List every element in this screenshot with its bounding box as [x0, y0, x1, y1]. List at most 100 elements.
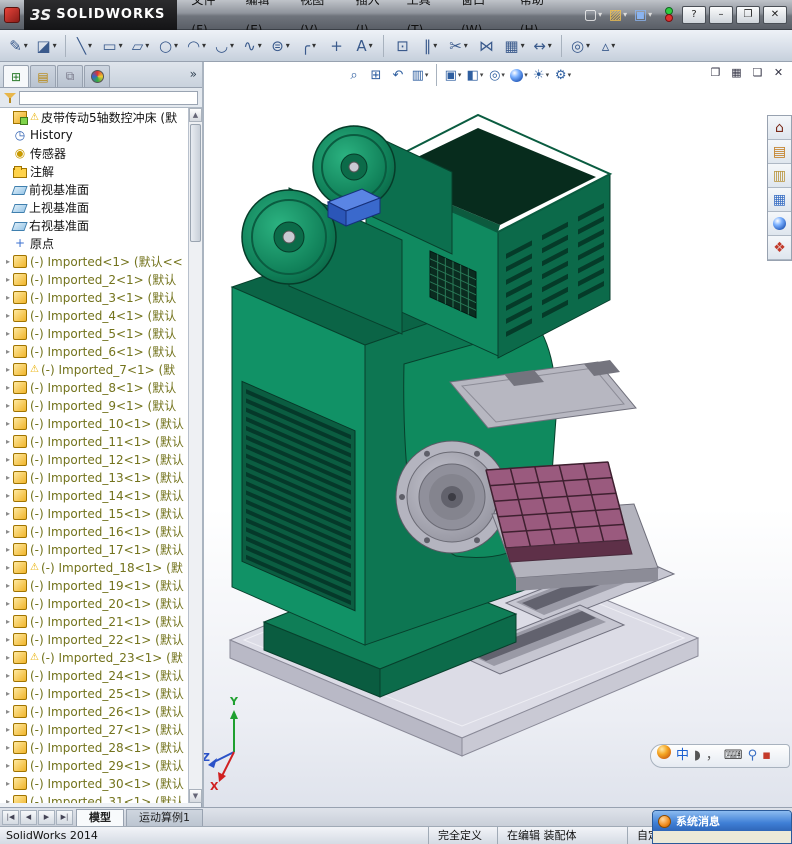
minimize-icon[interactable]: – — [709, 6, 733, 24]
tree-item[interactable]: ▸(-) Imported_16<1> (默认 — [0, 522, 188, 540]
system-message-popup[interactable]: 系统消息 — [652, 810, 792, 844]
three-point-arc-icon[interactable]: ◡▾ — [211, 33, 238, 59]
move-entities-icon[interactable]: ↔▾ — [529, 33, 556, 59]
doc-tab-0[interactable]: 模型 — [76, 809, 124, 826]
ime-mode-icon[interactable]: ◗ — [694, 745, 701, 767]
expand-arrow-icon[interactable]: ▸ — [3, 491, 13, 500]
tree-item[interactable]: ▸(-) Imported_12<1> (默认 — [0, 450, 188, 468]
tree-item[interactable]: ▸(-) Imported_28<1> (默认 — [0, 738, 188, 756]
expand-arrow-icon[interactable]: ▸ — [3, 365, 13, 374]
new-document-icon[interactable]: ▢▾ — [582, 4, 604, 26]
expand-arrow-icon[interactable]: ▸ — [3, 563, 13, 572]
zoom-fit-icon[interactable]: ⌕ — [344, 65, 364, 85]
tree-item[interactable]: ▸(-) Imported_19<1> (默认 — [0, 576, 188, 594]
expand-arrow-icon[interactable]: ▸ — [3, 653, 13, 662]
open-icon[interactable]: ▨▾ — [607, 4, 629, 26]
filter-input[interactable] — [19, 91, 198, 105]
expand-arrow-icon[interactable]: ▸ — [3, 599, 13, 608]
expand-arrow-icon[interactable]: ▸ — [3, 617, 13, 626]
ime-logo-icon[interactable] — [657, 745, 671, 767]
file-explorer-icon[interactable]: ▥ — [768, 164, 791, 188]
tree-item[interactable]: ▸(-) Imported_25<1> (默认 — [0, 684, 188, 702]
system-message-titlebar[interactable]: 系统消息 — [653, 811, 791, 831]
offset-entities-icon[interactable]: ∥▾ — [417, 33, 444, 59]
circle-icon[interactable]: ○▾ — [155, 33, 182, 59]
expand-arrow-icon[interactable]: ▸ — [3, 743, 13, 752]
apply-scene-icon[interactable]: ☀▾ — [531, 65, 551, 85]
tree-item[interactable]: ▸(-) Imported_30<1> (默认 — [0, 774, 188, 792]
panel-expand-button[interactable]: » — [190, 67, 197, 81]
tree-item[interactable]: ▸⚠(-) Imported_7<1> (默 — [0, 360, 188, 378]
tab-nav-3[interactable]: ▶| — [56, 810, 73, 825]
tree-item[interactable]: ▸(-) Imported_2<1> (默认 — [0, 270, 188, 288]
doc-tab-1[interactable]: 运动算例1 — [126, 809, 203, 826]
expand-arrow-icon[interactable]: ▸ — [3, 509, 13, 518]
tree-item[interactable]: ▸(-) Imported_11<1> (默认 — [0, 432, 188, 450]
maximize-icon[interactable]: ❐ — [736, 6, 760, 24]
fillet-icon[interactable]: ╭▾ — [295, 33, 322, 59]
ime-mic-icon[interactable]: ⚲ — [748, 745, 758, 767]
tree-item[interactable]: 注解 — [0, 162, 188, 180]
spline-icon[interactable]: ∿▾ — [239, 33, 266, 59]
displaymanager-tab[interactable] — [84, 65, 110, 87]
expand-arrow-icon[interactable]: ▸ — [3, 545, 13, 554]
expand-arrow-icon[interactable]: ▸ — [3, 725, 13, 734]
expand-arrow-icon[interactable]: ▸ — [3, 419, 13, 428]
tree-item[interactable]: ▸(-) Imported_17<1> (默认 — [0, 540, 188, 558]
tab-nav-1[interactable]: ◀ — [20, 810, 37, 825]
custom-properties-icon[interactable]: ❖ — [768, 236, 791, 260]
view-orientation-icon[interactable]: ▣▾ — [443, 65, 463, 85]
display-relations-icon[interactable]: ◎▾ — [567, 33, 594, 59]
expand-arrow-icon[interactable]: ▸ — [3, 581, 13, 590]
filter-funnel-icon[interactable] — [4, 92, 16, 104]
propertymanager-tab[interactable]: ▤ — [30, 65, 56, 87]
trim-entities-icon[interactable]: ✂▾ — [445, 33, 472, 59]
tree-item[interactable]: ▸(-) Imported_5<1> (默认 — [0, 324, 188, 342]
previous-view-icon[interactable]: ↶ — [388, 65, 408, 85]
mirror-entities-icon[interactable]: ⋈ — [473, 33, 500, 59]
rapid-sketch-icon[interactable]: ▵▾ — [595, 33, 622, 59]
expand-arrow-icon[interactable]: ▸ — [3, 401, 13, 410]
expand-arrow-icon[interactable]: ▸ — [3, 329, 13, 338]
convert-entities-icon[interactable]: ⊡ — [389, 33, 416, 59]
sketch-icon[interactable]: ✎▾ — [5, 33, 32, 59]
section-view-icon[interactable]: ▥▾ — [410, 65, 430, 85]
tree-item[interactable]: ▸(-) Imported_22<1> (默认 — [0, 630, 188, 648]
tree-item[interactable]: ▸(-) Imported_24<1> (默认 — [0, 666, 188, 684]
expand-arrow-icon[interactable]: ▸ — [3, 275, 13, 284]
scroll-down-icon[interactable]: ▼ — [189, 789, 202, 803]
machine-chuck[interactable] — [396, 441, 508, 553]
tree-item[interactable]: 上视基准面 — [0, 198, 188, 216]
appearances-icon[interactable] — [768, 212, 791, 236]
tree-item[interactable]: ▸(-) Imported_10<1> (默认 — [0, 414, 188, 432]
slot-icon[interactable]: ▱▾ — [127, 33, 154, 59]
tab-nav-0[interactable]: |◀ — [2, 810, 19, 825]
tree-item[interactable]: 右视基准面 — [0, 216, 188, 234]
doc-restore-icon[interactable]: ❏ — [748, 64, 767, 81]
expand-arrow-icon[interactable]: ▸ — [3, 707, 13, 716]
arc-icon[interactable]: ◠▾ — [183, 33, 210, 59]
tree-item[interactable]: ▸(-) Imported_13<1> (默认 — [0, 468, 188, 486]
rx-status-icon[interactable] — [657, 4, 679, 26]
tree-item[interactable]: ▸(-) Imported<1> (默认<< — [0, 252, 188, 270]
featuremanager-tab[interactable]: ⊞ — [3, 65, 29, 87]
expand-arrow-icon[interactable]: ▸ — [3, 293, 13, 302]
tree-item[interactable]: ▸⚠(-) Imported_23<1> (默 — [0, 648, 188, 666]
doc-close-icon[interactable]: ✕ — [769, 64, 788, 81]
help-icon[interactable]: ? — [682, 6, 706, 24]
tree-item[interactable]: ▸(-) Imported_20<1> (默认 — [0, 594, 188, 612]
tree-item[interactable]: ▸(-) Imported_9<1> (默认 — [0, 396, 188, 414]
tree-item[interactable]: ▸(-) Imported_4<1> (默认 — [0, 306, 188, 324]
tree-item[interactable]: ▸(-) Imported_15<1> (默认 — [0, 504, 188, 522]
tree-item[interactable]: ▸(-) Imported_3<1> (默认 — [0, 288, 188, 306]
tree-item[interactable]: ▸(-) Imported_8<1> (默认 — [0, 378, 188, 396]
expand-arrow-icon[interactable]: ▸ — [3, 671, 13, 680]
viewport[interactable]: Y Z X ⌕⊞↶▥▾▣▾◧▾◎▾▾☀▾⚙▾ ❐▦❏✕ — [204, 62, 792, 807]
expand-arrow-icon[interactable]: ▸ — [3, 455, 13, 464]
configurationmanager-tab[interactable]: ⧉ — [57, 65, 83, 87]
tree-root[interactable]: ⚠ 皮带传动5轴数控冲床 (默 — [0, 108, 188, 126]
design-library-icon[interactable]: ▤ — [768, 140, 791, 164]
tab-nav-2[interactable]: ▶ — [38, 810, 55, 825]
tree-item[interactable]: ▸(-) Imported_21<1> (默认 — [0, 612, 188, 630]
tree-item[interactable]: ◉传感器 — [0, 144, 188, 162]
